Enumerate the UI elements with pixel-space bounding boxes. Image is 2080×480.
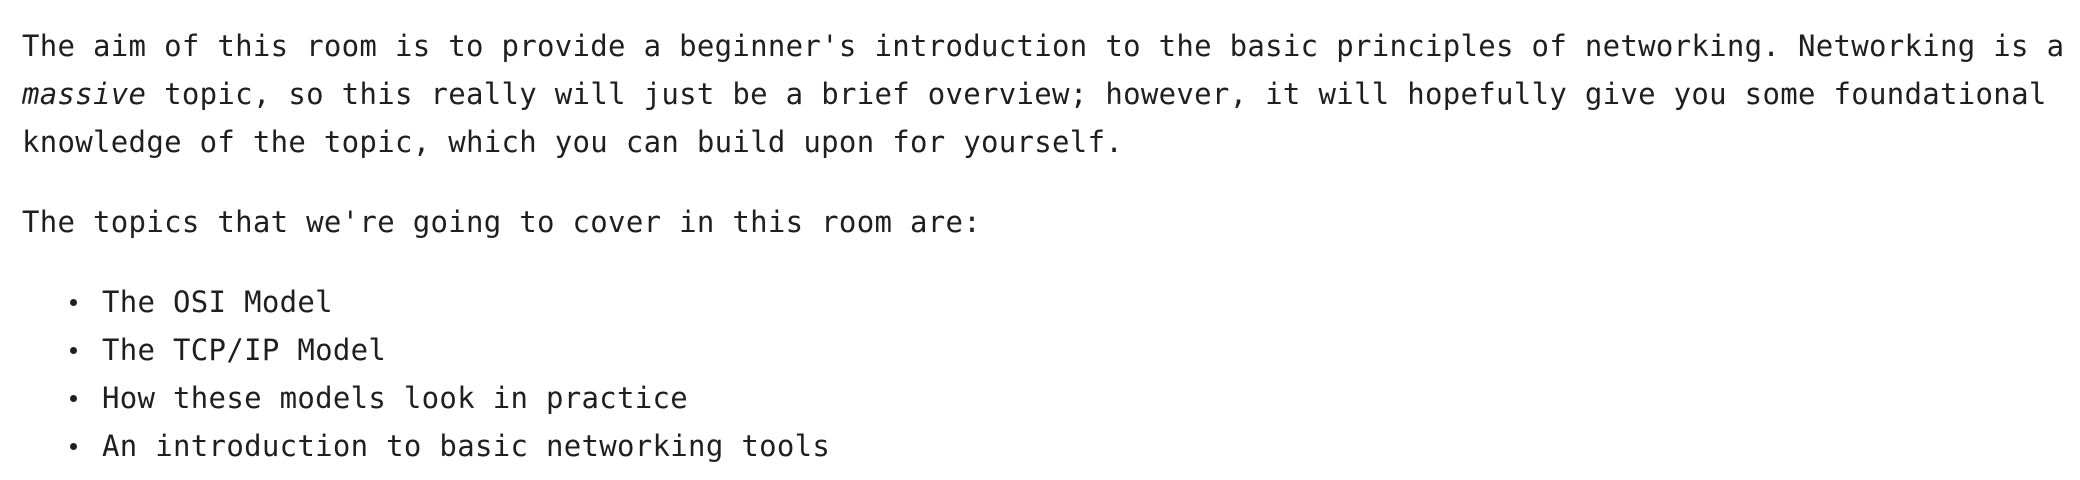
topic-item: The OSI Model bbox=[70, 278, 2072, 326]
topics-list: The OSI Model The TCP/IP Model How these… bbox=[22, 278, 2072, 470]
intro-emphasis: massive bbox=[22, 77, 147, 111]
bullet-icon bbox=[70, 347, 77, 354]
bullet-icon bbox=[70, 299, 77, 306]
topic-label: An introduction to basic networking tool… bbox=[102, 429, 831, 463]
topic-label: The TCP/IP Model bbox=[102, 333, 387, 367]
topic-item: The TCP/IP Model bbox=[70, 326, 2072, 374]
topic-label: The OSI Model bbox=[102, 285, 333, 319]
intro-paragraph: The aim of this room is to provide a beg… bbox=[22, 22, 2072, 166]
bullet-icon bbox=[70, 395, 77, 402]
room-description: The aim of this room is to provide a beg… bbox=[22, 22, 2072, 470]
topic-label: How these models look in practice bbox=[102, 381, 689, 415]
topic-item: How these models look in practice bbox=[70, 374, 2072, 422]
bullet-icon bbox=[70, 443, 77, 450]
topic-item: An introduction to basic networking tool… bbox=[70, 422, 2072, 470]
topics-intro: The topics that we're going to cover in … bbox=[22, 205, 982, 239]
intro-text-part1: The aim of this room is to provide a beg… bbox=[22, 29, 2065, 63]
intro-text-part2: topic, so this really will just be a bri… bbox=[22, 77, 2047, 159]
